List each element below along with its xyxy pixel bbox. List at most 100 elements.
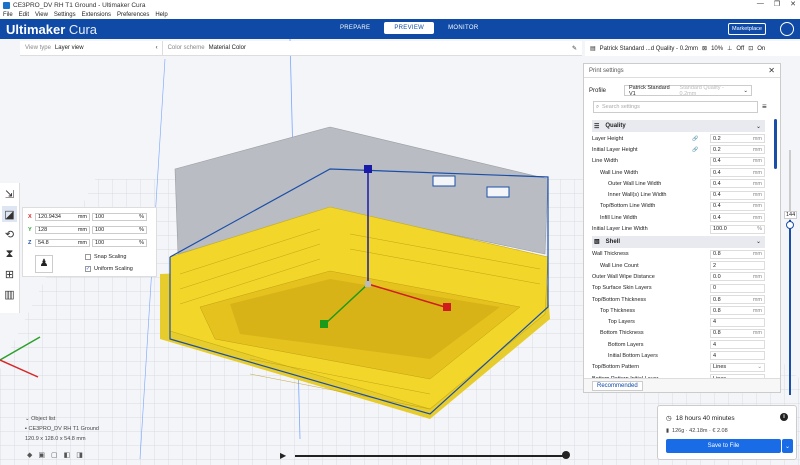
settings-title: Print settings (589, 67, 624, 74)
scale-y-row: Y 128 mm 100% (28, 226, 147, 234)
menu-help[interactable]: Help (155, 12, 167, 18)
view-orientation-buttons: ◆ ▣ ▢ ◧ ◨ (27, 451, 83, 459)
setting-label: Infill Line Width (600, 214, 638, 221)
settings-menu-icon[interactable]: ≡ (762, 102, 767, 111)
print-setup-summary[interactable]: ▤ Patrick Standard ...d Quality - 0.2mm … (585, 41, 800, 56)
view-left-icon[interactable]: ◧ (64, 451, 71, 459)
scale-z-pct-input[interactable]: 100% (92, 239, 147, 247)
color-scheme-select[interactable]: Material Color (209, 45, 246, 51)
setting-value-input[interactable]: 0 (710, 283, 765, 293)
pencil-icon[interactable]: ✎ (572, 45, 577, 52)
setting-value-input[interactable]: 4 (710, 351, 765, 361)
output-action-panel: ◷ 18 hours 40 minutes ▮ 126g · 42.18m · … (657, 405, 797, 460)
move-tool-icon[interactable]: ⇲ (2, 186, 17, 202)
layer-slider-handle[interactable] (786, 221, 794, 229)
save-options-chevron-icon[interactable]: ⌄ (782, 439, 793, 453)
minimize-button[interactable]: — (757, 0, 764, 8)
print-settings-panel: Print settings ✕ Profile Patrick Standar… (583, 63, 781, 393)
setting-value-input[interactable]: 0.8 mm (710, 328, 765, 338)
chevron-down-icon: ⌄ (743, 87, 749, 94)
search-settings-input[interactable]: ⌕ Search settings (593, 101, 758, 113)
setting-value-input[interactable]: Lines⌄ (710, 362, 765, 372)
setting-value-input[interactable]: 2 (710, 261, 765, 271)
snap-scaling-checkbox[interactable]: Snap Scaling (85, 254, 126, 260)
setting-value-input[interactable]: 4 (710, 340, 765, 350)
setting-value-input[interactable]: 0.4 mm (710, 168, 765, 178)
settings-scrollbar[interactable] (774, 119, 777, 169)
scale-y-mm-input[interactable]: 128 mm (35, 226, 90, 234)
scale-x-pct-input[interactable]: 100% (92, 213, 147, 221)
close-window-button[interactable]: ✕ (790, 0, 796, 8)
spool-icon: ▮ (666, 428, 670, 434)
setting-value-input[interactable]: 4 (710, 317, 765, 327)
object-list-item[interactable]: ▪ CE3PRO_DV RH T1 Ground (25, 424, 99, 434)
profile-summary: Patrick Standard ...d Quality - 0.2mm (599, 45, 699, 52)
play-icon[interactable]: ▶ (280, 451, 286, 460)
view-3d-icon[interactable]: ◆ (27, 451, 32, 459)
view-type-select[interactable]: Layer view (55, 45, 84, 51)
setting-value-input[interactable]: 0.0 mm (710, 272, 765, 282)
setting-value-input[interactable]: 0.2 mm (710, 134, 765, 144)
setting-value-input[interactable]: 0.4 mm (710, 190, 765, 200)
setting-label: Outer Wall Line Width (608, 180, 662, 187)
rotate-tool-icon[interactable]: ⟲ (2, 226, 17, 242)
layer-slider[interactable] (789, 150, 791, 395)
setting-value-input[interactable]: 0.4 mm (710, 179, 765, 189)
scale-y-pct-input[interactable]: 100% (92, 226, 147, 234)
profile-select[interactable]: Patrick Standard V1 Standard Quality - 0.… (624, 85, 753, 97)
uniform-scaling-checkbox[interactable]: ✓ Uniform Scaling (85, 266, 133, 272)
category-quality[interactable]: ☰ Quality ⌄ (592, 120, 765, 132)
setting-label: Inner Wall(s) Line Width (608, 192, 667, 199)
infill-icon: ⊠ (702, 46, 708, 52)
view-front-icon[interactable]: ▣ (38, 451, 45, 459)
scale-tool-icon[interactable]: ◪ (2, 206, 17, 222)
save-to-file-button[interactable]: Save to File (666, 439, 781, 453)
menu-bar: File Edit View Settings Extensions Prefe… (0, 11, 800, 19)
tab-preview[interactable]: PREVIEW (384, 22, 435, 34)
recommended-button[interactable]: Recommended (584, 378, 780, 392)
scale-x-mm-input[interactable]: 120.9434 mm (35, 213, 90, 221)
menu-edit[interactable]: Edit (19, 12, 29, 18)
shell-setting-row: Top/Bottom Thickness 0.8 mm (592, 294, 765, 305)
settings-header: Print settings ✕ (584, 64, 780, 78)
mirror-tool-icon[interactable]: ⧗ (2, 246, 17, 262)
per-model-settings-icon[interactable]: ⊞ (2, 266, 17, 282)
lay-flat-icon[interactable]: ♟ (35, 255, 53, 273)
link-icon[interactable]: 🔗 (692, 147, 698, 153)
marketplace-button[interactable]: Marketplace (728, 23, 766, 35)
maximize-button[interactable]: ❐ (774, 0, 780, 8)
menu-preferences[interactable]: Preferences (117, 12, 149, 18)
setting-value-input[interactable]: 0.4 mm (710, 201, 765, 211)
scale-z-mm-input[interactable]: 54.8 mm (35, 239, 90, 247)
category-shell[interactable]: ▧ Shell ⌄ (592, 235, 765, 248)
link-icon[interactable]: 🔗 (692, 136, 698, 142)
tab-prepare[interactable]: PREPARE (330, 22, 380, 34)
view-options-bar: View type Layer view ‹ Color scheme Mate… (20, 41, 582, 56)
setting-value-input[interactable]: 0.4 mm (710, 213, 765, 223)
menu-file[interactable]: File (3, 12, 13, 18)
setting-value-input[interactable]: 0.2 mm (710, 145, 765, 155)
chevron-left-icon[interactable]: ‹ (156, 45, 158, 51)
setting-value-input[interactable]: 100.0% (710, 224, 765, 234)
tab-monitor[interactable]: MONITOR (438, 22, 488, 34)
setting-value-input[interactable]: 0.4 mm (710, 156, 765, 166)
setting-value-input[interactable]: 0.8 mm (710, 306, 765, 316)
view-right-icon[interactable]: ◨ (76, 451, 83, 459)
path-slider-track[interactable] (295, 455, 565, 457)
shell-setting-row: Top Layers 4 (592, 316, 765, 327)
layer-number[interactable]: 144 (784, 211, 798, 219)
setting-label: Wall Line Width (600, 169, 639, 176)
view-top-icon[interactable]: ▢ (51, 451, 58, 459)
account-icon[interactable] (780, 22, 794, 36)
object-list-title[interactable]: ⌄ Object list (25, 414, 99, 424)
support-blocker-icon[interactable]: ▥ (2, 286, 17, 302)
menu-view[interactable]: View (35, 12, 48, 18)
menu-settings[interactable]: Settings (54, 12, 76, 18)
setting-value-input[interactable]: 0.8 mm (710, 249, 765, 259)
close-icon[interactable]: ✕ (768, 66, 775, 75)
setting-value-input[interactable]: 0.8 mm (710, 295, 765, 304)
path-slider-handle[interactable] (562, 451, 570, 459)
menu-extensions[interactable]: Extensions (82, 12, 111, 18)
info-icon[interactable]: i (780, 413, 788, 421)
shell-setting-row: Outer Wall Wipe Distance 0.0 mm (592, 271, 765, 282)
